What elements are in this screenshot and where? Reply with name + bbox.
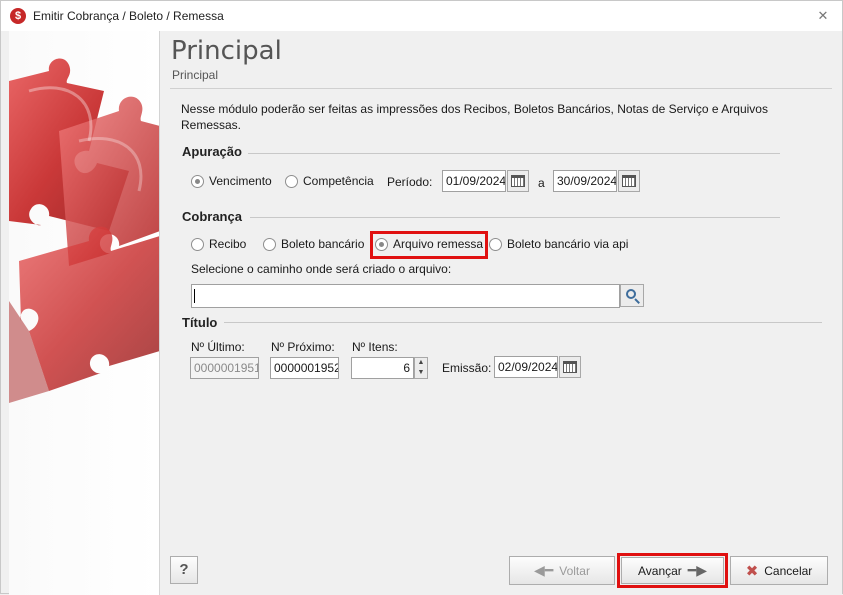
radio-recibo[interactable]: Recibo — [191, 237, 246, 251]
date-to-input[interactable]: 30/09/2024 — [553, 170, 617, 192]
radio-circle[interactable] — [489, 237, 502, 251]
radio-label: Boleto bancário via api — [507, 237, 629, 251]
radio-label: Competência — [303, 174, 374, 188]
arrow-right-icon: ━▶ — [687, 562, 707, 578]
apuracao-divider — [248, 153, 780, 154]
radio-circle[interactable] — [285, 174, 298, 188]
avancar-label: Avançar — [637, 563, 682, 578]
titulo-section-title: Título — [182, 315, 218, 330]
search-icon-handle — [634, 298, 640, 304]
radio-circle-checked[interactable] — [191, 174, 204, 188]
spin-up-icon[interactable]: ▲ — [415, 358, 427, 368]
spin-down-icon[interactable]: ▼ — [415, 368, 427, 378]
puzzle-pieces-image — [9, 58, 159, 403]
date-from-input[interactable]: 01/09/2024 — [442, 170, 506, 192]
page-title: Principal — [171, 36, 282, 66]
radio-boleto-bancario[interactable]: Boleto bancário — [263, 237, 364, 251]
voltar-button[interactable]: ◀━ Voltar — [509, 556, 615, 585]
radio-vencimento[interactable]: Vencimento — [191, 174, 272, 188]
proximo-label: Nº Próximo: — [271, 340, 335, 354]
page-subtitle: Principal — [172, 68, 219, 82]
dialog-window: $ Emitir Cobrança / Boleto / Remessa ✕ P… — [0, 0, 843, 595]
itens-quantity-input[interactable]: 6 — [351, 357, 414, 379]
itens-label: Nº Itens: — [352, 340, 398, 354]
calendar-icon — [511, 175, 525, 187]
radio-label: Arquivo remessa — [393, 237, 484, 251]
radio-circle[interactable] — [263, 237, 276, 251]
voltar-label: Voltar — [559, 563, 590, 578]
itens-spinner[interactable]: ▲ ▼ — [414, 357, 428, 379]
calendar-icon — [563, 361, 577, 373]
file-path-input[interactable] — [191, 284, 620, 308]
wizard-page: Principal Principal Nesse módulo poderão… — [160, 31, 842, 594]
date-to-calendar-button[interactable] — [618, 170, 640, 192]
radio-competencia[interactable]: Competência — [285, 174, 374, 188]
cancelar-button[interactable]: ✖ Cancelar — [730, 556, 828, 585]
window-title: Emitir Cobrança / Boleto / Remessa — [33, 9, 224, 23]
search-icon — [626, 289, 636, 299]
text-caret — [194, 289, 195, 303]
path-label: Selecione o caminho onde será criado o a… — [191, 262, 452, 276]
close-button[interactable]: ✕ — [813, 7, 833, 25]
radio-boleto-via-api[interactable]: Boleto bancário via api — [489, 237, 628, 251]
radio-label: Vencimento — [209, 174, 272, 188]
cobranca-section-title: Cobrança — [182, 209, 242, 224]
header-divider — [170, 88, 832, 89]
proximo-number-field[interactable]: 0000001952 — [270, 357, 339, 379]
dollar-icon: $ — [10, 8, 26, 24]
ultimo-number-field: 0000001951 — [190, 357, 259, 379]
emissao-calendar-button[interactable] — [559, 356, 581, 378]
puzzle-illustration — [9, 31, 160, 595]
help-button[interactable]: ? — [170, 556, 198, 584]
title-bar: $ Emitir Cobrança / Boleto / Remessa ✕ — [1, 1, 842, 31]
arrow-left-icon: ◀━ — [534, 562, 554, 578]
radio-label: Boleto bancário — [281, 237, 365, 251]
titulo-divider — [224, 322, 822, 323]
cobranca-divider — [250, 217, 780, 218]
main-content: Principal Principal Nesse módulo poderão… — [160, 31, 842, 594]
cancelar-label: Cancelar — [764, 563, 813, 578]
radio-circle-checked[interactable] — [375, 237, 388, 251]
radio-label: Recibo — [209, 237, 247, 251]
apuracao-section-title: Apuração — [182, 144, 242, 159]
emissao-label: Emissão: — [442, 361, 492, 375]
ultimo-label: Nº Último: — [191, 340, 245, 354]
radio-arquivo-remessa[interactable]: Arquivo remessa — [375, 237, 483, 251]
cancel-x-icon: ✖ — [745, 562, 759, 580]
date-range-separator: a — [538, 176, 545, 190]
radio-circle[interactable] — [191, 237, 204, 251]
avancar-button[interactable]: Avançar ━▶ — [621, 557, 724, 584]
date-from-calendar-button[interactable] — [507, 170, 529, 192]
emissao-date-input[interactable]: 02/09/2024 — [494, 356, 558, 378]
calendar-icon — [622, 175, 636, 187]
module-description: Nesse módulo poderão ser feitas as impre… — [181, 102, 768, 132]
periodo-label: Período: — [387, 175, 433, 189]
browse-path-button[interactable] — [620, 284, 644, 307]
